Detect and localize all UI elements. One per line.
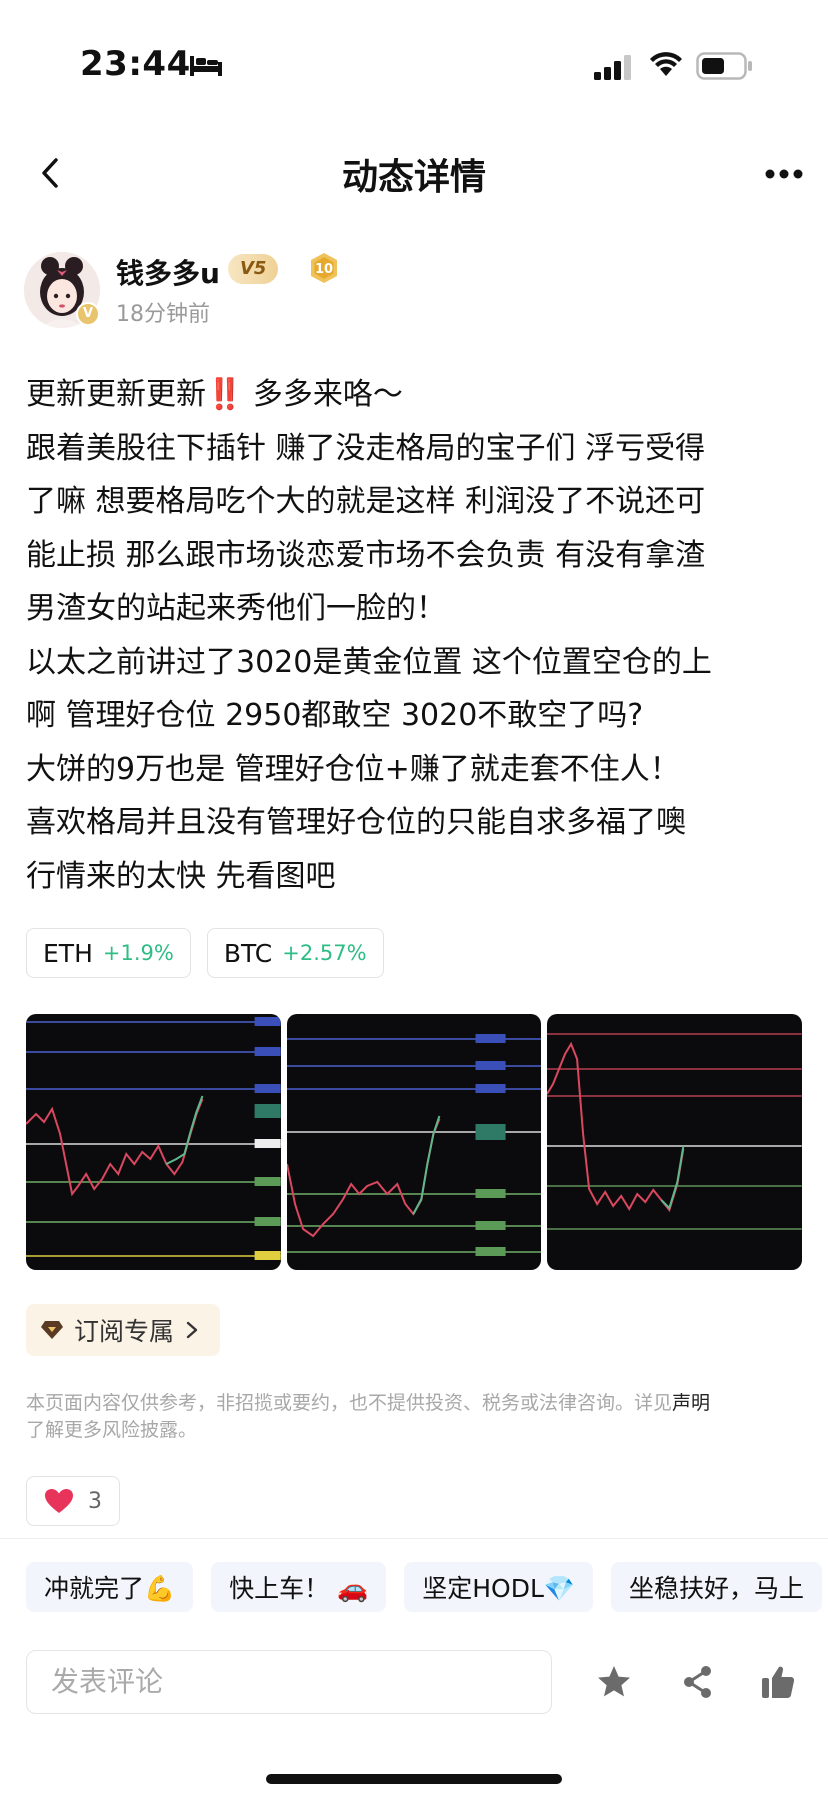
more-options-icon[interactable] bbox=[764, 168, 804, 180]
share-icon[interactable] bbox=[680, 1664, 714, 1700]
wifi-icon bbox=[650, 52, 682, 76]
like-button[interactable]: 3 bbox=[26, 1476, 120, 1526]
subscribe-label: 订阅专属 bbox=[74, 1317, 175, 1346]
post-line: 了嘛 想要格局吃个大的就是这样 利润没了不说还可 bbox=[26, 484, 706, 519]
diamond-icon bbox=[41, 1321, 63, 1339]
quick-reply-chip[interactable]: 冲就完了💪 bbox=[26, 1562, 194, 1612]
post-line: 行情来的太快 先看图吧 bbox=[26, 858, 336, 894]
double-exclamation-icon: ‼️ bbox=[206, 377, 244, 412]
post-line: 以太之前讲过了3020是黄金位置 这个位置空仓的上 bbox=[26, 644, 712, 680]
post-content: 更新更新更新‼️ 多多来咯～ 跟着美股往下插针 赚了没走格局的宝子们 浮亏受得 … bbox=[26, 368, 806, 903]
page-title: 动态详情 bbox=[341, 157, 486, 198]
verified-badge: V bbox=[76, 302, 100, 326]
subscribe-exclusive-button[interactable]: 订阅专属 bbox=[26, 1304, 220, 1356]
ticker-btc[interactable]: BTC +2.57% bbox=[206, 928, 384, 978]
level-medal-icon: 10 bbox=[311, 253, 337, 283]
post-line: 大饼的9万也是 管理好仓位+赚了就走套不住人！ bbox=[26, 751, 680, 787]
risk-disclaimer: 本页面内容仅供参考，非招揽或要约，也不提供投资、税务或法律咨询。详见声明 了解更… bbox=[26, 1392, 711, 1441]
sleep-focus-icon bbox=[190, 56, 222, 76]
quick-reply-chip[interactable]: 坐稳扶好，马上 bbox=[611, 1562, 823, 1612]
post-image-3[interactable] bbox=[547, 1014, 803, 1270]
quick-reply-chip[interactable]: 坚定HODL💎 bbox=[404, 1562, 594, 1612]
quick-reply-chip[interactable]: 快上车！ 🚗 bbox=[211, 1562, 387, 1612]
image-gallery bbox=[26, 1014, 803, 1270]
battery-icon bbox=[696, 52, 752, 80]
like-count: 3 bbox=[88, 1488, 102, 1514]
post-image-2[interactable] bbox=[286, 1014, 542, 1270]
comment-input[interactable]: 发表评论 bbox=[26, 1650, 552, 1714]
post-line: 男渣女的站起来秀他们一脸的！ bbox=[26, 591, 446, 626]
post-line: 啊 管理好仓位 2950都敢空 3020不敢空了吗? bbox=[26, 698, 644, 733]
quick-reply-bar: 冲就完了💪 快上车！ 🚗 坚定HODL💎 坐稳扶好，马上 bbox=[26, 1562, 823, 1612]
status-time: 23:44 bbox=[80, 44, 191, 84]
nav-bar: 动态详情 bbox=[0, 128, 828, 218]
candlestick-chart-image bbox=[26, 1017, 281, 1260]
post-line: 跟着美股往下插针 赚了没走格局的宝子们 浮亏受得 bbox=[26, 430, 706, 466]
divider bbox=[0, 1538, 828, 1539]
level-number: 10 bbox=[315, 262, 333, 277]
post-image-1[interactable] bbox=[26, 1014, 281, 1270]
ticker-tags: ETH +1.9% BTC +2.57% bbox=[26, 928, 384, 978]
author-name[interactable]: 钱多多u bbox=[116, 252, 220, 292]
home-indicator bbox=[266, 1774, 562, 1784]
author-header: V 钱多多u V5 10 18分钟前 bbox=[24, 250, 804, 330]
heart-icon bbox=[45, 1489, 73, 1513]
ticker-symbol: BTC bbox=[223, 938, 273, 968]
vip-level-badge: V5 bbox=[228, 254, 279, 284]
ticker-change: +2.57% bbox=[282, 941, 367, 965]
thumbs-up-icon[interactable] bbox=[760, 1664, 796, 1700]
post-line: 更新更新更新‼️ 多多来咯～ bbox=[26, 377, 403, 412]
chevron-right-icon bbox=[186, 1321, 198, 1339]
candlestick-chart-image bbox=[286, 1034, 542, 1256]
ticker-symbol: ETH bbox=[43, 938, 93, 968]
post-line: 能止损 那么跟市场谈恋爱市场不会负责 有没有拿渣 bbox=[26, 537, 706, 573]
ticker-eth[interactable]: ETH +1.9% bbox=[26, 928, 191, 978]
ticker-change: +1.9% bbox=[102, 941, 174, 965]
candlestick-chart-image bbox=[547, 1033, 803, 1230]
post-time: 18分钟前 bbox=[116, 302, 210, 327]
cellular-signal-icon bbox=[594, 55, 631, 80]
statement-link[interactable]: 声明 bbox=[672, 1392, 710, 1414]
star-favorite-icon[interactable] bbox=[596, 1664, 632, 1700]
post-line: 喜欢格局并且没有管理好仓位的只能自求多福了噢 bbox=[26, 805, 686, 840]
status-bar: 23:44 bbox=[0, 0, 828, 120]
